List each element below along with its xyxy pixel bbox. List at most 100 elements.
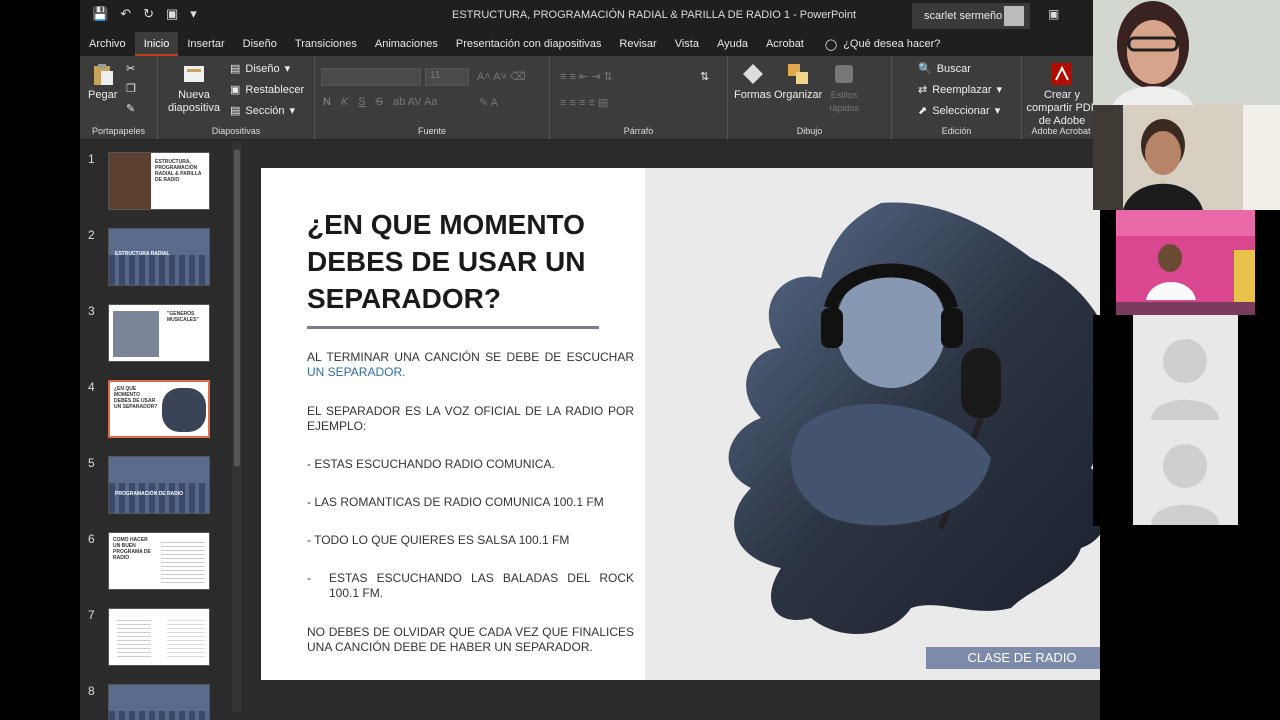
font-format-icons[interactable]: N K S Sab AV Aa	[323, 96, 437, 108]
thumb-city-graphic	[109, 483, 209, 513]
cursor-icon: ⬈	[918, 105, 928, 117]
tab-diseno[interactable]: Diseño	[234, 32, 286, 56]
font-size-dropdown[interactable]: 11	[425, 68, 469, 86]
thumbnail-item[interactable]: 8	[80, 684, 245, 720]
footer-label[interactable]: CLASE DE RADIO	[926, 647, 1100, 669]
lightbulb-icon: ◯	[824, 38, 838, 51]
reset-icon: ▣	[230, 84, 241, 96]
radio-host-photo[interactable]	[691, 198, 1100, 643]
cut-icon[interactable]: ✂	[126, 62, 135, 75]
title-underline	[307, 326, 599, 329]
slide-text-area: ¿EN QUE MOMENTO DEBES DE USAR UN SEPARAD…	[261, 168, 645, 680]
tab-archivo[interactable]: Archivo	[80, 32, 135, 56]
slide-thumbnail-7[interactable]	[108, 608, 210, 666]
tab-transiciones[interactable]: Transiciones	[286, 32, 366, 56]
format-painter-icon[interactable]: ✎	[126, 102, 135, 115]
tab-animaciones[interactable]: Animaciones	[366, 32, 447, 56]
save-icon[interactable]: 💾	[92, 6, 108, 22]
paragraph-2[interactable]: EL SEPARADOR ES LA VOZ OFICIAL DE LA RAD…	[307, 404, 634, 434]
quick-styles-button[interactable]: Estilos rápidos	[824, 62, 864, 115]
webcam-participant-2	[1093, 105, 1280, 210]
thumbnail-item[interactable]: 6 COMO HACER UN BUEN PROGRAMA DE RADIO	[80, 532, 245, 596]
layout-button[interactable]: ▤ Diseño ▾	[230, 62, 290, 76]
thumbnail-item[interactable]: 2 ESTRUCTURA RADIAL	[80, 228, 245, 292]
text-direction-icon[interactable]: ⇅	[700, 70, 709, 83]
tab-inicio[interactable]: Inicio	[134, 32, 179, 56]
section-button[interactable]: ▤ Sección ▾	[230, 104, 295, 118]
ribbon-tabs: Archivo Inicio Insertar Diseño Transicio…	[80, 32, 1100, 56]
ribbon-display-options-icon[interactable]: ▣	[1048, 7, 1059, 21]
group-label-portapapeles: Portapapeles	[91, 126, 146, 136]
current-slide[interactable]: ¿EN QUE MOMENTO DEBES DE USAR UN SEPARAD…	[261, 168, 1100, 680]
bullet-4[interactable]: - ESTAS ESCUCHANDO LAS BALADAS DEL ROCK 1…	[307, 571, 634, 601]
paragraph-3[interactable]: NO DEBES DE OLVIDAR QUE CADA VEZ QUE FIN…	[307, 625, 634, 655]
user-avatar-icon	[1004, 6, 1024, 26]
slide-thumbnail-8[interactable]	[108, 684, 210, 720]
video-gap	[1238, 315, 1280, 526]
thumbnail-item[interactable]: 7	[80, 608, 245, 672]
tab-acrobat[interactable]: Acrobat	[757, 32, 813, 56]
thumbnail-scrollbar[interactable]	[232, 142, 242, 712]
new-slide-button[interactable]: Nueva diapositiva	[166, 62, 222, 115]
paragraph-1[interactable]: AL TERMINAR UNA CANCIÓN SE DEBE DE ESCUC…	[307, 350, 634, 380]
slide-thumbnail-1[interactable]: ESTRUCTURA, PROGRAMACIÓN RADIAL & PARILL…	[108, 152, 210, 210]
bullet-2[interactable]: - LAS ROMANTICAS DE RADIO COMUNICA 100.1…	[307, 495, 634, 510]
tab-presentacion[interactable]: Presentación con diapositivas	[447, 32, 611, 56]
tell-me-text: ¿Qué desea hacer?	[843, 38, 941, 50]
undo-icon[interactable]: ↶	[120, 6, 131, 22]
thumbnail-item[interactable]: 1 ESTRUCTURA, PROGRAMACIÓN RADIAL & PARI…	[80, 152, 245, 216]
slide-thumbnail-2[interactable]: ESTRUCTURA RADIAL	[108, 228, 210, 286]
select-button[interactable]: ⬈ Seleccionar ▾	[918, 104, 1000, 118]
group-parrafo: ≡ ≡ ⇤ ⇥ ⇅ ≡ ≡ ≡ ≡ ▤ ⇅ Párrafo	[550, 56, 728, 140]
slide-thumbnail-5[interactable]: PROGRAMACIÓN DE RADIO	[108, 456, 210, 514]
replace-icon: ⇄	[918, 84, 928, 96]
arrange-button[interactable]: Organizar	[774, 62, 822, 102]
thumbnail-item[interactable]: 5 PROGRAMACIÓN DE RADIO	[80, 456, 245, 520]
group-label-fuente: Fuente	[417, 126, 447, 136]
font-color-icons[interactable]: ✎ A	[479, 96, 498, 109]
group-portapapeles: Pegar ✂ ❐ ✎ Portapapeles	[80, 56, 158, 140]
create-pdf-button[interactable]: Crear y compartir PDF de Adobe	[1020, 62, 1100, 128]
user-account[interactable]: scarlet sermeño	[912, 3, 1030, 29]
replace-button[interactable]: ⇄ Reemplazar ▾	[918, 83, 1002, 97]
slide-thumbnail-6[interactable]: COMO HACER UN BUEN PROGRAMA DE RADIO	[108, 532, 210, 590]
user-name: scarlet sermeño	[924, 10, 1003, 22]
paste-button[interactable]: Pegar	[88, 62, 117, 102]
tab-insertar[interactable]: Insertar	[178, 32, 233, 56]
thumb-city-graphic	[109, 711, 209, 720]
slide-thumbnail-3[interactable]: "GENEROS MUSICALES"	[108, 304, 210, 362]
slide-thumbnail-4[interactable]: ¿EN QUE MOMENTO DEBES DE USAR UN SEPARAD…	[108, 380, 210, 438]
thumb-photo	[113, 311, 159, 357]
webcam-participant-3	[1116, 210, 1255, 315]
redo-icon[interactable]: ↻	[143, 6, 154, 22]
align-icons[interactable]: ≡ ≡ ≡ ≡ ▤	[560, 96, 608, 109]
tab-ayuda[interactable]: Ayuda	[708, 32, 757, 56]
group-label-edicion: Edición	[941, 126, 972, 136]
start-presentation-icon[interactable]: ▣	[166, 6, 178, 22]
bullet-1[interactable]: - ESTAS ESCUCHANDO RADIO COMUNICA.	[307, 457, 634, 472]
bullet-3[interactable]: - TODO LO QUE QUIERES ES SALSA 100.1 FM	[307, 533, 634, 548]
tab-vista[interactable]: Vista	[666, 32, 708, 56]
tab-revisar[interactable]: Revisar	[610, 32, 665, 56]
video-gap	[1093, 315, 1133, 526]
reset-button[interactable]: ▣ Restablecer	[230, 83, 304, 97]
group-label-parrafo: Párrafo	[623, 126, 654, 136]
group-acrobat: Crear y compartir PDF de Adobe Adobe Acr…	[1022, 56, 1100, 140]
shapes-button[interactable]: Formas	[734, 62, 771, 102]
font-family-dropdown[interactable]	[321, 68, 421, 86]
group-fuente: 11 A˄ A˅ ⌫ N K S Sab AV Aa ✎ A Fuente	[315, 56, 550, 140]
thumb-text-block	[161, 539, 205, 583]
participant-video-1	[1093, 0, 1280, 105]
tell-me-box[interactable]: ◯ ¿Qué desea hacer?	[813, 38, 941, 51]
scrollbar-thumb[interactable]	[234, 150, 240, 466]
thumbnail-item[interactable]: 4 ¿EN QUE MOMENTO DEBES DE USAR UN SEPAR…	[80, 380, 245, 444]
find-button[interactable]: 🔍 Buscar	[918, 62, 971, 76]
slide-title[interactable]: ¿EN QUE MOMENTO DEBES DE USAR UN SEPARAD…	[307, 206, 627, 317]
list-icons[interactable]: ≡ ≡ ⇤ ⇥ ⇅	[560, 70, 613, 83]
copy-icon[interactable]: ❐	[126, 82, 136, 95]
customize-qat-icon[interactable]: ▾	[190, 6, 197, 22]
quick-styles-icon	[835, 65, 853, 83]
thumbnail-item[interactable]: 3 "GENEROS MUSICALES"	[80, 304, 245, 368]
font-grow-shrink-icons[interactable]: A˄ A˅ ⌫	[477, 70, 526, 83]
avatar-placeholder-icon	[1133, 420, 1238, 525]
